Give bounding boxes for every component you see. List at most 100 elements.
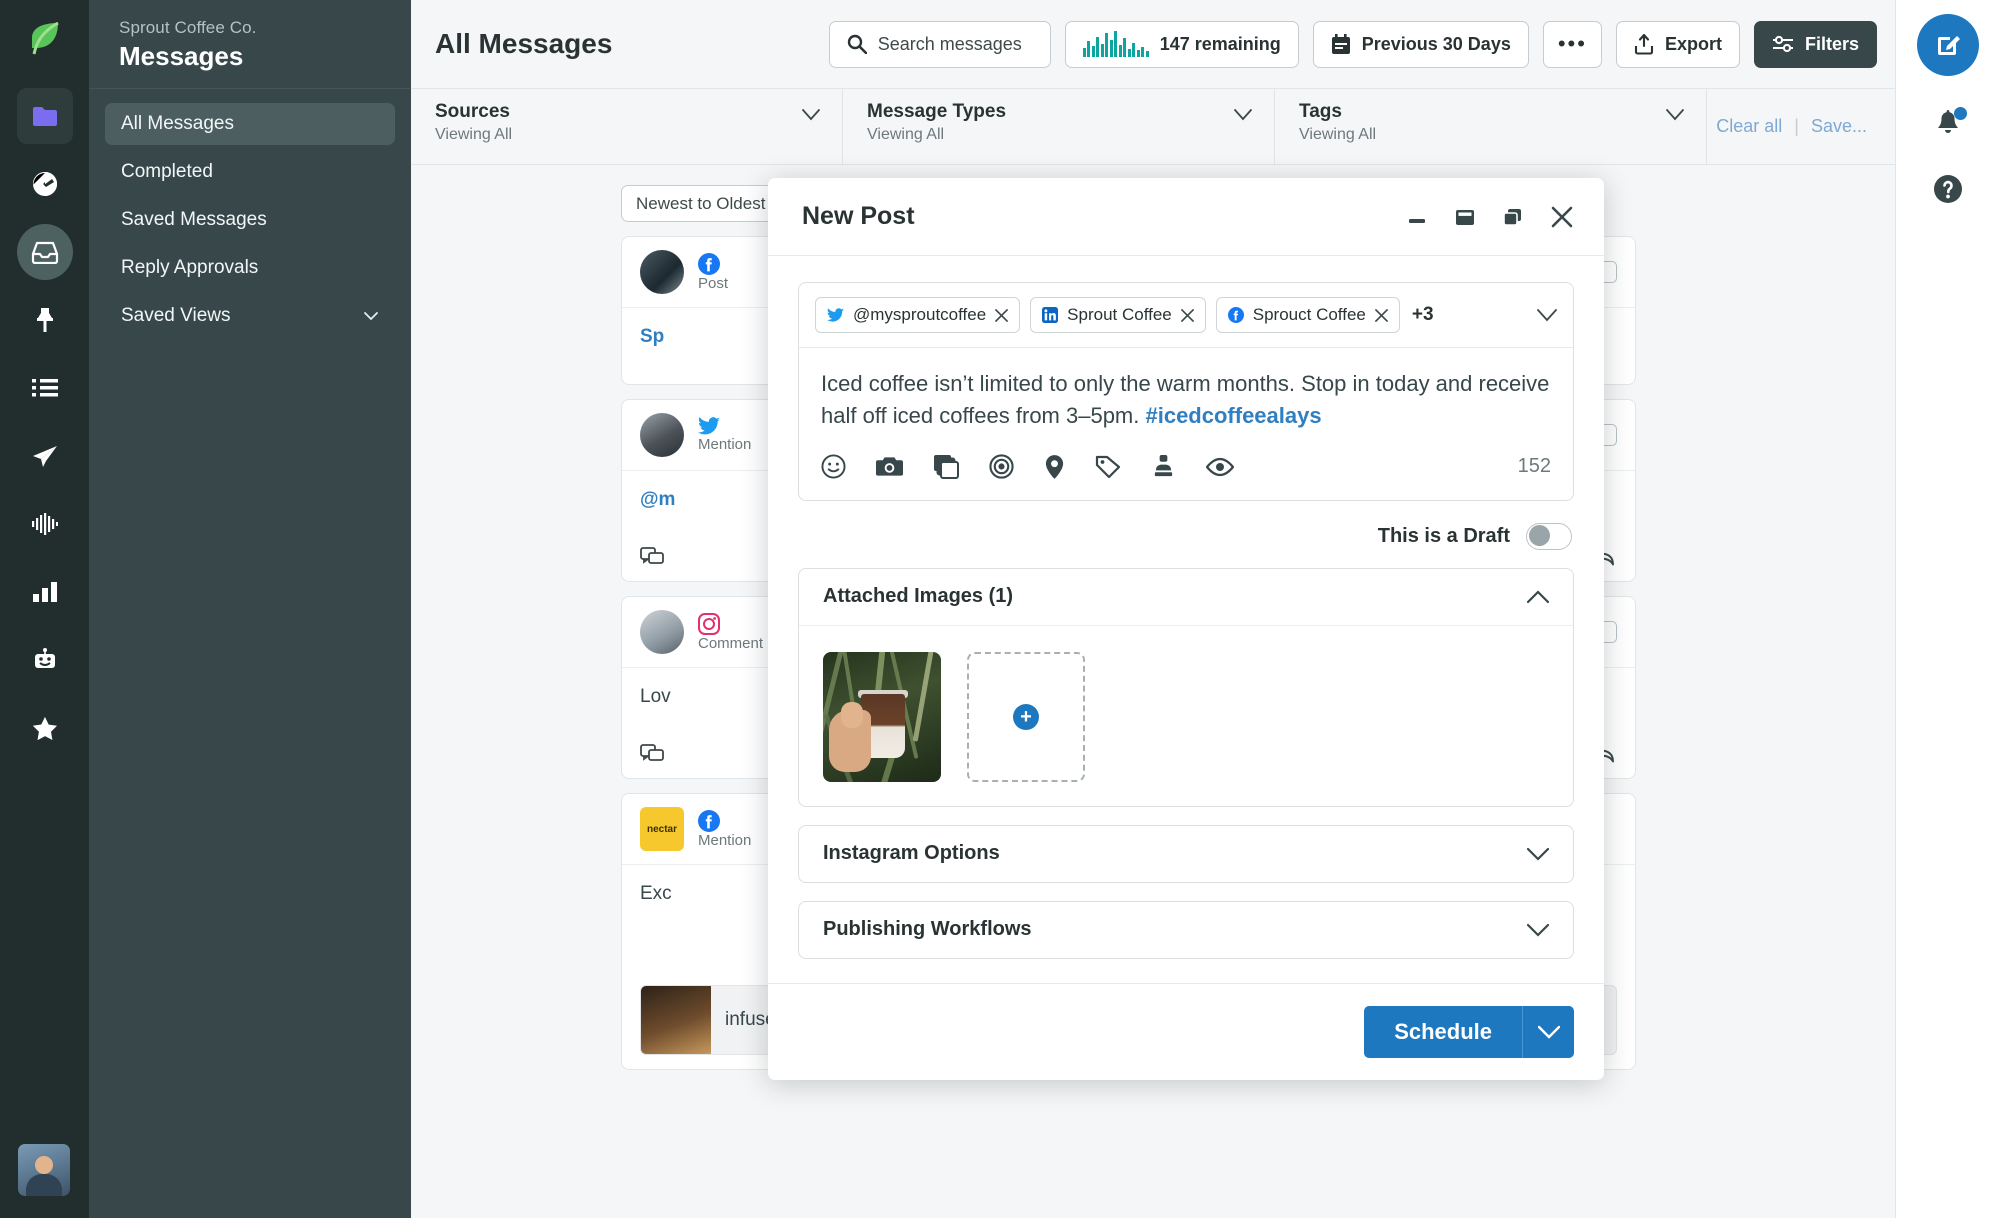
remove-profile-icon[interactable]: [1180, 308, 1194, 322]
sprout-leaf-logo[interactable]: [19, 14, 71, 66]
filter-subtitle: Viewing All: [435, 126, 513, 143]
sidebar-item-all-messages[interactable]: All Messages: [105, 103, 395, 145]
date-range-button[interactable]: Previous 30 Days: [1312, 20, 1529, 68]
profile-chip-linkedin[interactable]: Sprout Coffee: [1030, 297, 1206, 333]
clear-all-link[interactable]: Clear all: [1716, 116, 1782, 137]
comment-icon[interactable]: [640, 744, 664, 764]
schedule-split-button: Schedule: [1364, 1005, 1574, 1058]
star-icon: [32, 716, 58, 741]
preview-eye-icon[interactable]: [1206, 457, 1234, 477]
compose-button[interactable]: [1917, 14, 1979, 76]
close-icon[interactable]: [1550, 205, 1574, 229]
sidebar-item-inbox[interactable]: [16, 224, 73, 280]
profile-name: @mysproutcoffee: [853, 305, 987, 324]
instagram-options-header[interactable]: Instagram Options: [799, 826, 1573, 882]
camera-icon[interactable]: [876, 455, 903, 478]
sidebar-item-reports[interactable]: [17, 564, 73, 620]
filter-message-types[interactable]: Message Types Viewing All: [843, 89, 1275, 164]
sort-dropdown[interactable]: Newest to Oldest: [621, 185, 781, 222]
notifications-button[interactable]: [1934, 107, 1967, 140]
new-post-modal: New Post @mysproutcoffee Sprout Coffee S…: [768, 178, 1604, 1080]
approval-stamp-icon[interactable]: [1151, 454, 1176, 479]
comment-icon[interactable]: [640, 547, 664, 567]
page-title: All Messages: [435, 28, 613, 59]
attached-images-panel: Attached Images (1) +: [798, 567, 1574, 807]
chevron-down-icon[interactable]: [1537, 308, 1557, 322]
filter-actions: Clear all | Save...: [1707, 89, 1895, 164]
bar-chart-icon: [32, 582, 58, 602]
sidebar-item-reviews[interactable]: [17, 700, 73, 756]
filter-title: Message Types: [867, 101, 1007, 122]
robot-icon: [32, 648, 58, 672]
draft-toggle[interactable]: [1526, 522, 1572, 550]
sidebar-item-listening[interactable]: [17, 496, 73, 552]
tag-icon[interactable]: [1095, 455, 1121, 479]
sidebar-item-reply-approvals[interactable]: Reply Approvals: [105, 247, 395, 289]
filter-sources[interactable]: Sources Viewing All: [411, 89, 843, 164]
window-controls: [1406, 205, 1574, 229]
search-input[interactable]: Search messages: [828, 20, 1051, 68]
media-library-icon[interactable]: [933, 454, 959, 480]
draft-label: This is a Draft: [1377, 524, 1510, 547]
sidebar-item-label: All Messages: [121, 113, 234, 134]
remaining-quota-button[interactable]: 147 remaining: [1064, 20, 1299, 68]
remove-profile-icon[interactable]: [995, 308, 1009, 322]
instagram-options-panel[interactable]: Instagram Options: [798, 824, 1574, 883]
chevron-down-icon: [1666, 109, 1684, 125]
restore-icon[interactable]: [1454, 206, 1476, 228]
twitter-icon: [827, 307, 844, 323]
chevron-down-icon[interactable]: [1527, 923, 1549, 937]
post-hashtag[interactable]: #icedcoffeealays: [1145, 403, 1321, 428]
publishing-workflows-header[interactable]: Publishing Workflows: [799, 902, 1573, 958]
message-type: Mention: [698, 831, 752, 849]
attached-image-thumbnail[interactable]: [823, 651, 941, 782]
sidebar-item-dashboard[interactable]: [17, 156, 73, 212]
divider: |: [1794, 116, 1799, 136]
sidebar-item-completed[interactable]: Completed: [105, 151, 395, 193]
post-text-editor[interactable]: Iced coffee isn’t limited to only the wa…: [799, 348, 1573, 432]
sidebar-item-label: Saved Messages: [121, 209, 267, 230]
attached-images-body: +: [799, 624, 1573, 806]
profile-chip-facebook[interactable]: Sprouct Coffee: [1215, 297, 1400, 333]
attached-images-header[interactable]: Attached Images (1): [799, 569, 1573, 625]
location-pin-icon[interactable]: [1044, 454, 1065, 480]
filter-tags[interactable]: Tags Viewing All: [1275, 89, 1707, 164]
save-view-link[interactable]: Save...: [1811, 116, 1867, 137]
sidebar-item-saved-messages[interactable]: Saved Messages: [105, 199, 395, 241]
chevron-up-icon[interactable]: [1527, 590, 1549, 604]
duplicate-icon[interactable]: [1502, 206, 1524, 228]
schedule-button[interactable]: Schedule: [1364, 1005, 1522, 1058]
instagram-icon: [698, 612, 763, 635]
profile-overflow-count[interactable]: +3: [1412, 304, 1434, 326]
sidebar-item-label: Reply Approvals: [121, 257, 259, 278]
sort-label: Newest to Oldest: [636, 193, 766, 213]
schedule-options-caret[interactable]: [1522, 1005, 1574, 1058]
sidebar-item-tasks[interactable]: [17, 360, 73, 416]
user-avatar[interactable]: [18, 1144, 70, 1196]
sidebar-item-saved-views[interactable]: Saved Views: [105, 295, 395, 337]
twitter-icon: [698, 417, 751, 436]
emoji-icon[interactable]: [821, 454, 846, 479]
add-image-button[interactable]: +: [967, 651, 1085, 782]
help-circle-icon: [1933, 174, 1963, 204]
filters-button[interactable]: Filters: [1753, 20, 1877, 68]
help-button[interactable]: [1933, 174, 1963, 204]
target-icon[interactable]: [989, 454, 1014, 479]
sidebar-item-bots[interactable]: [17, 632, 73, 688]
export-button[interactable]: Export: [1615, 20, 1740, 68]
draft-toggle-row: This is a Draft: [798, 501, 1574, 568]
compose-box: @mysproutcoffee Sprout Coffee Sprouct Co…: [798, 282, 1574, 501]
minimize-icon[interactable]: [1406, 206, 1428, 228]
chevron-down-icon[interactable]: [1527, 847, 1549, 861]
filter-title: Sources: [435, 101, 510, 122]
more-options-button[interactable]: •••: [1542, 20, 1602, 68]
pin-icon: [33, 307, 57, 333]
modal-body: @mysproutcoffee Sprout Coffee Sprouct Co…: [768, 256, 1604, 983]
message-text: Sp: [640, 326, 665, 347]
sidebar-item-folder[interactable]: [16, 88, 73, 144]
profile-chip-twitter[interactable]: @mysproutcoffee: [815, 297, 1021, 333]
sidebar-item-publishing[interactable]: [17, 292, 73, 348]
publishing-workflows-panel[interactable]: Publishing Workflows: [798, 900, 1574, 959]
sidebar-item-send[interactable]: [17, 428, 73, 484]
remove-profile-icon[interactable]: [1374, 308, 1388, 322]
